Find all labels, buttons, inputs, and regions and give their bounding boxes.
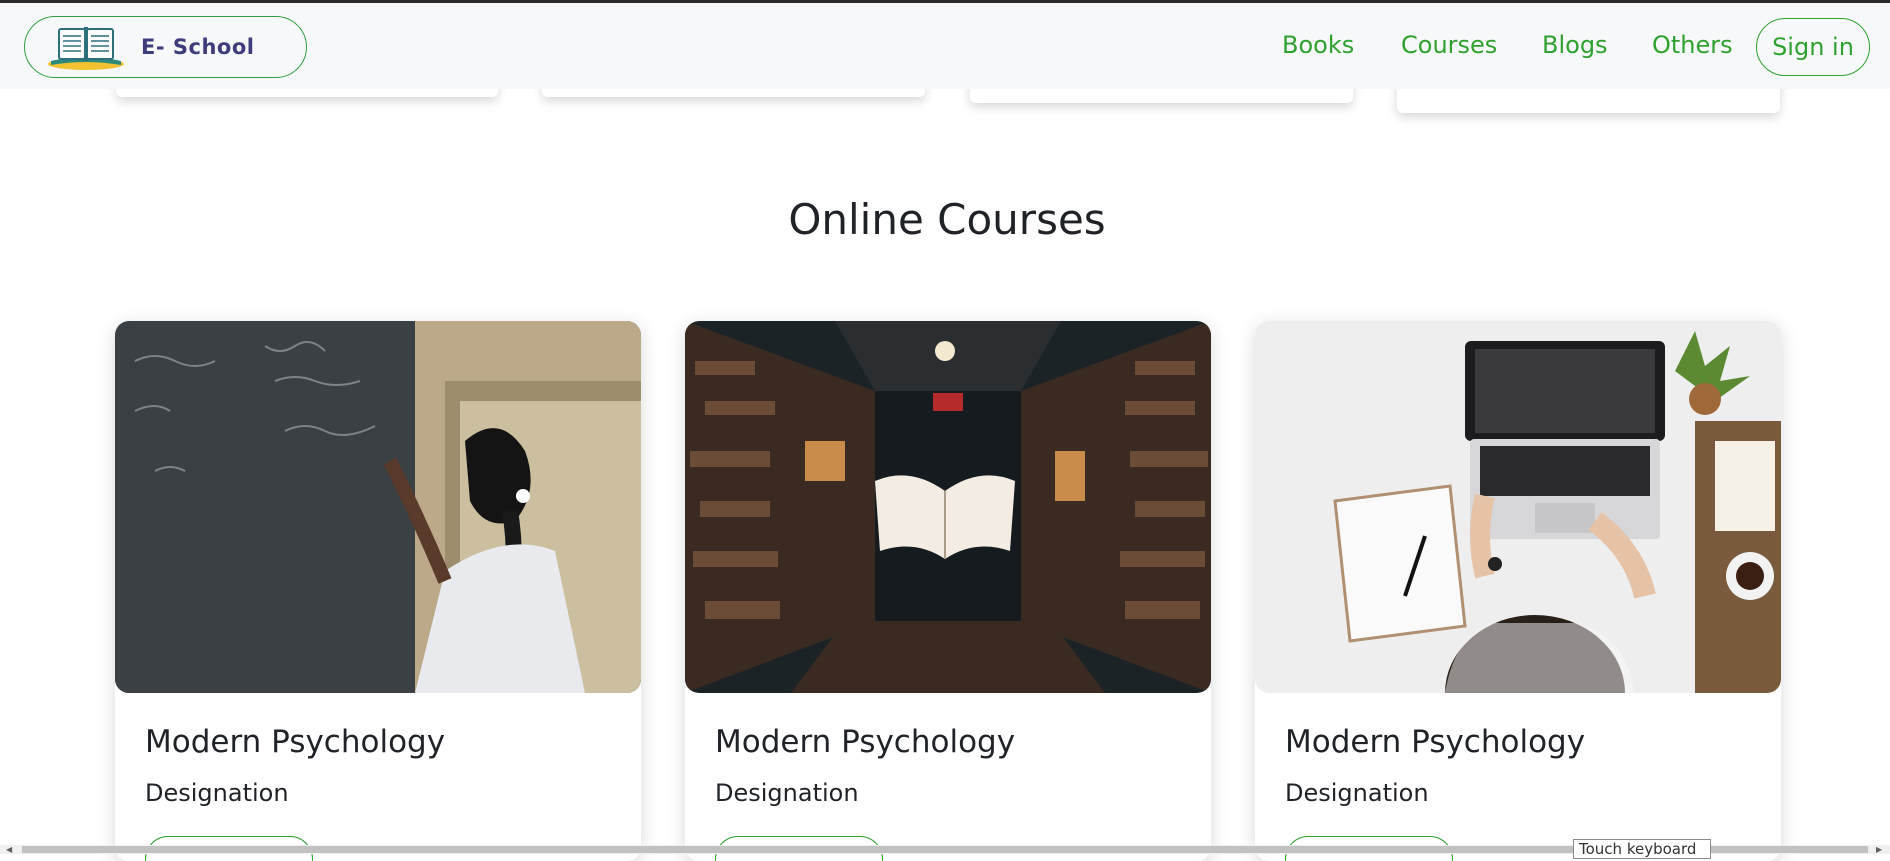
course-image-library: [685, 321, 1211, 693]
nav-link-others[interactable]: Others: [1652, 31, 1733, 59]
course-title: Modern Psychology: [1285, 724, 1586, 760]
touch-keyboard-tooltip: Touch keyboard: [1573, 839, 1711, 859]
course-card[interactable]: Modern Psychology Designation: [1255, 321, 1781, 861]
brand-name: E- School: [141, 35, 255, 59]
course-card[interactable]: Modern Psychology Designation: [115, 321, 641, 861]
nav-link-courses[interactable]: Courses: [1401, 31, 1497, 59]
section-title: Online Courses: [788, 195, 1106, 244]
course-image-laptop-desk: [1255, 321, 1781, 693]
course-subtitle: Designation: [145, 779, 289, 807]
course-title: Modern Psychology: [145, 724, 446, 760]
course-title: Modern Psychology: [715, 724, 1016, 760]
nav-link-books[interactable]: Books: [1282, 31, 1354, 59]
signin-button[interactable]: Sign in: [1756, 18, 1870, 76]
scroll-left-arrow-icon[interactable]: ◀: [6, 845, 12, 854]
course-subtitle: Designation: [1285, 779, 1429, 807]
brand-logo[interactable]: E- School: [24, 16, 307, 78]
course-subtitle: Designation: [715, 779, 859, 807]
scroll-right-arrow-icon[interactable]: ▶: [1876, 845, 1882, 854]
nav-link-blogs[interactable]: Blogs: [1542, 31, 1608, 59]
navbar: E- School Books Courses Blogs Others Sig…: [0, 3, 1890, 89]
book-logo-icon: [48, 27, 124, 70]
course-image-chalkboard: [115, 321, 641, 693]
course-card[interactable]: Modern Psychology Designation: [685, 321, 1211, 861]
